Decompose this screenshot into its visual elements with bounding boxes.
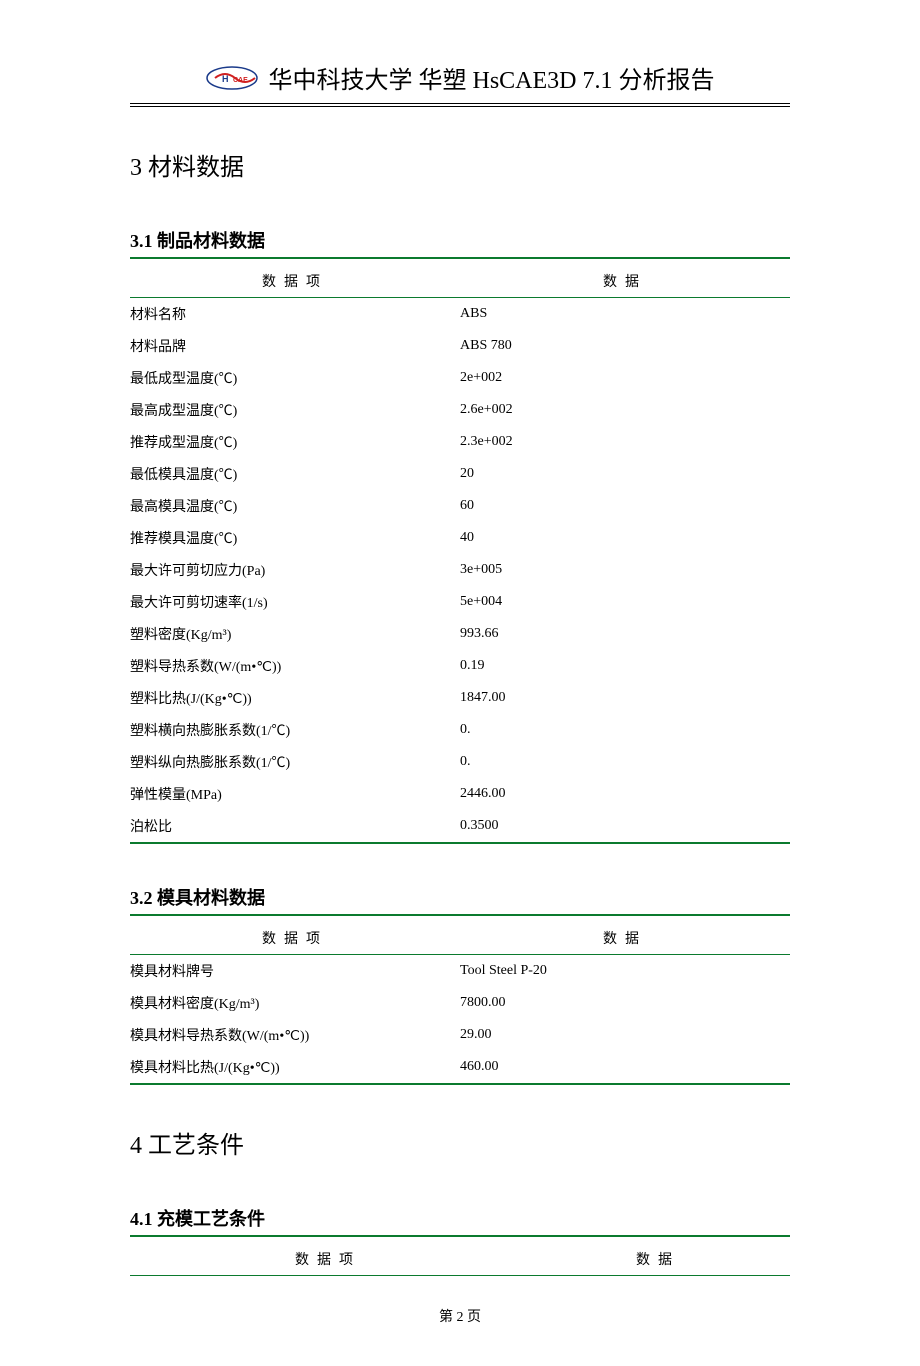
row-value: 2.6e+002 bbox=[460, 394, 790, 426]
table-row: 最大许可剪切速率(1/s) 5e+004 bbox=[130, 586, 790, 618]
row-label: 塑料横向热膨胀系数(1/℃) bbox=[130, 714, 460, 746]
svg-text:H: H bbox=[222, 74, 229, 84]
filling-process-table: 数据项 数据 bbox=[130, 1243, 790, 1276]
table-row: 推荐成型温度(℃) 2.3e+002 bbox=[130, 426, 790, 458]
row-value: 2446.00 bbox=[460, 778, 790, 810]
table-row: 最高成型温度(℃) 2.6e+002 bbox=[130, 394, 790, 426]
table-row: 模具材料密度(Kg/m³) 7800.00 bbox=[130, 987, 790, 1019]
row-value: 0. bbox=[460, 714, 790, 746]
table-row: 材料名称 ABS bbox=[130, 298, 790, 331]
row-label: 最大许可剪切应力(Pa) bbox=[130, 554, 460, 586]
logo-icon: H CAE bbox=[205, 64, 260, 92]
table-row: 塑料比热(J/(Kg•℃)) 1847.00 bbox=[130, 682, 790, 714]
table-row: 塑料导热系数(W/(m•℃)) 0.19 bbox=[130, 650, 790, 682]
row-label: 最高模具温度(℃) bbox=[130, 490, 460, 522]
row-label: 推荐模具温度(℃) bbox=[130, 522, 460, 554]
table-row: 弹性模量(MPa) 2446.00 bbox=[130, 778, 790, 810]
row-value: 3e+005 bbox=[460, 554, 790, 586]
table-row: 模具材料比热(J/(Kg•℃)) 460.00 bbox=[130, 1051, 790, 1084]
table-row: 推荐模具温度(℃) 40 bbox=[130, 522, 790, 554]
page-footer: 第 2 页 bbox=[130, 1306, 790, 1326]
row-label: 最低模具温度(℃) bbox=[130, 458, 460, 490]
table-header-item: 数据项 bbox=[130, 1243, 526, 1276]
row-label: 模具材料密度(Kg/m³) bbox=[130, 987, 460, 1019]
table-body: 模具材料牌号 Tool Steel P-20 模具材料密度(Kg/m³) 780… bbox=[130, 955, 790, 1085]
row-value: 2e+002 bbox=[460, 362, 790, 394]
row-label: 材料名称 bbox=[130, 298, 460, 331]
table-row: 塑料纵向热膨胀系数(1/℃) 0. bbox=[130, 746, 790, 778]
document-page: H CAE 华中科技大学 华塑 HsCAE3D 7.1 分析报告 3 材料数据 … bbox=[0, 0, 920, 1366]
table-row: 材料品牌 ABS 780 bbox=[130, 330, 790, 362]
row-label: 模具材料比热(J/(Kg•℃)) bbox=[130, 1051, 460, 1084]
table-row: 模具材料导热系数(W/(m•℃)) 29.00 bbox=[130, 1019, 790, 1051]
row-value: 1847.00 bbox=[460, 682, 790, 714]
row-value: 40 bbox=[460, 522, 790, 554]
row-label: 最低成型温度(℃) bbox=[130, 362, 460, 394]
header-divider bbox=[130, 103, 790, 107]
table-body: 材料名称 ABS 材料品牌 ABS 780 最低成型温度(℃) 2e+002 最… bbox=[130, 298, 790, 844]
table-row: 塑料横向热膨胀系数(1/℃) 0. bbox=[130, 714, 790, 746]
table-row: 最大许可剪切应力(Pa) 3e+005 bbox=[130, 554, 790, 586]
row-value: 2.3e+002 bbox=[460, 426, 790, 458]
page-number: 第 2 页 bbox=[439, 1310, 481, 1325]
table-header-item: 数据项 bbox=[130, 265, 460, 298]
table-header-item: 数据项 bbox=[130, 922, 460, 955]
row-value: 460.00 bbox=[460, 1051, 790, 1084]
page-header: H CAE 华中科技大学 华塑 HsCAE3D 7.1 分析报告 bbox=[130, 60, 790, 95]
row-value: 993.66 bbox=[460, 618, 790, 650]
table-row: 最高模具温度(℃) 60 bbox=[130, 490, 790, 522]
table-header-value: 数据 bbox=[460, 265, 790, 298]
table-row: 最低成型温度(℃) 2e+002 bbox=[130, 362, 790, 394]
row-label: 最高成型温度(℃) bbox=[130, 394, 460, 426]
table-header-value: 数据 bbox=[526, 1243, 790, 1276]
header-title: 华中科技大学 华塑 HsCAE3D 7.1 分析报告 bbox=[268, 60, 714, 95]
row-label: 塑料比热(J/(Kg•℃)) bbox=[130, 682, 460, 714]
product-material-table: 数据项 数据 材料名称 ABS 材料品牌 ABS 780 最低成型温度(℃) 2… bbox=[130, 265, 790, 844]
table-row: 模具材料牌号 Tool Steel P-20 bbox=[130, 955, 790, 988]
row-value: 5e+004 bbox=[460, 586, 790, 618]
row-value: 20 bbox=[460, 458, 790, 490]
table-header-value: 数据 bbox=[460, 922, 790, 955]
row-value: 29.00 bbox=[460, 1019, 790, 1051]
table-row: 塑料密度(Kg/m³) 993.66 bbox=[130, 618, 790, 650]
row-label: 最大许可剪切速率(1/s) bbox=[130, 586, 460, 618]
row-value: 0.3500 bbox=[460, 810, 790, 843]
row-value: Tool Steel P-20 bbox=[460, 955, 790, 988]
row-label: 材料品牌 bbox=[130, 330, 460, 362]
subsection-4-1-title: 4.1 充模工艺条件 bbox=[130, 1205, 790, 1237]
row-label: 塑料密度(Kg/m³) bbox=[130, 618, 460, 650]
row-label: 模具材料牌号 bbox=[130, 955, 460, 988]
row-label: 塑料纵向热膨胀系数(1/℃) bbox=[130, 746, 460, 778]
svg-text:CAE: CAE bbox=[233, 77, 248, 84]
row-label: 泊松比 bbox=[130, 810, 460, 843]
row-value: ABS 780 bbox=[460, 330, 790, 362]
subsection-3-2-title: 3.2 模具材料数据 bbox=[130, 884, 790, 916]
subsection-3-1-title: 3.1 制品材料数据 bbox=[130, 227, 790, 259]
table-row: 最低模具温度(℃) 20 bbox=[130, 458, 790, 490]
section-4-title: 4 工艺条件 bbox=[130, 1125, 790, 1160]
row-value: 0. bbox=[460, 746, 790, 778]
row-value: 7800.00 bbox=[460, 987, 790, 1019]
row-value: ABS bbox=[460, 298, 790, 331]
row-label: 弹性模量(MPa) bbox=[130, 778, 460, 810]
section-3-title: 3 材料数据 bbox=[130, 147, 790, 182]
row-value: 60 bbox=[460, 490, 790, 522]
row-label: 模具材料导热系数(W/(m•℃)) bbox=[130, 1019, 460, 1051]
row-label: 塑料导热系数(W/(m•℃)) bbox=[130, 650, 460, 682]
row-value: 0.19 bbox=[460, 650, 790, 682]
table-row: 泊松比 0.3500 bbox=[130, 810, 790, 843]
mold-material-table: 数据项 数据 模具材料牌号 Tool Steel P-20 模具材料密度(Kg/… bbox=[130, 922, 790, 1085]
row-label: 推荐成型温度(℃) bbox=[130, 426, 460, 458]
